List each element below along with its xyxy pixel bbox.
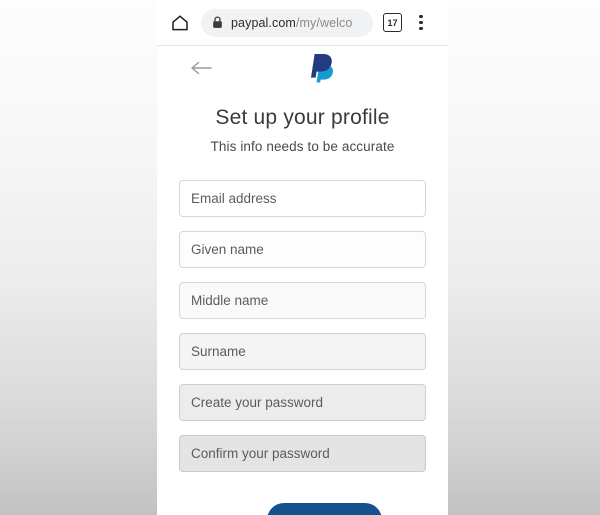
page-title: Set up your profile xyxy=(215,106,390,129)
paypal-logo xyxy=(307,52,337,84)
tab-counter-button[interactable]: 17 xyxy=(383,13,402,32)
title-block: Set up your profile This info needs to b… xyxy=(157,106,448,154)
back-arrow-icon[interactable] xyxy=(189,58,213,78)
given-name-field[interactable]: Given name xyxy=(179,231,426,268)
url-path: /my/welco xyxy=(295,15,353,30)
kebab-menu-icon[interactable] xyxy=(413,12,429,34)
home-icon[interactable] xyxy=(169,12,191,34)
middle-name-field[interactable]: Middle name xyxy=(179,282,426,319)
email-address-field[interactable]: Email address xyxy=(179,180,426,217)
lock-icon xyxy=(211,16,223,30)
address-bar[interactable]: paypal.com/my/welco xyxy=(201,8,373,37)
submit-button[interactable] xyxy=(267,503,382,515)
create-password-field[interactable]: Create your password xyxy=(179,384,426,421)
browser-toolbar: paypal.com/my/welco 17 xyxy=(157,0,448,46)
page-subtitle: This info needs to be accurate xyxy=(210,139,395,154)
profile-form: Email address Given name Middle name Sur… xyxy=(157,180,448,472)
confirm-password-field[interactable]: Confirm your password xyxy=(179,435,426,472)
browser-window: paypal.com/my/welco 17 Set up your profi… xyxy=(157,0,448,515)
surname-field[interactable]: Surname xyxy=(179,333,426,370)
url-text: paypal.com/my/welco xyxy=(231,16,352,30)
page-header xyxy=(157,46,448,90)
url-host: paypal.com xyxy=(231,15,296,30)
page-content: Set up your profile This info needs to b… xyxy=(157,46,448,515)
